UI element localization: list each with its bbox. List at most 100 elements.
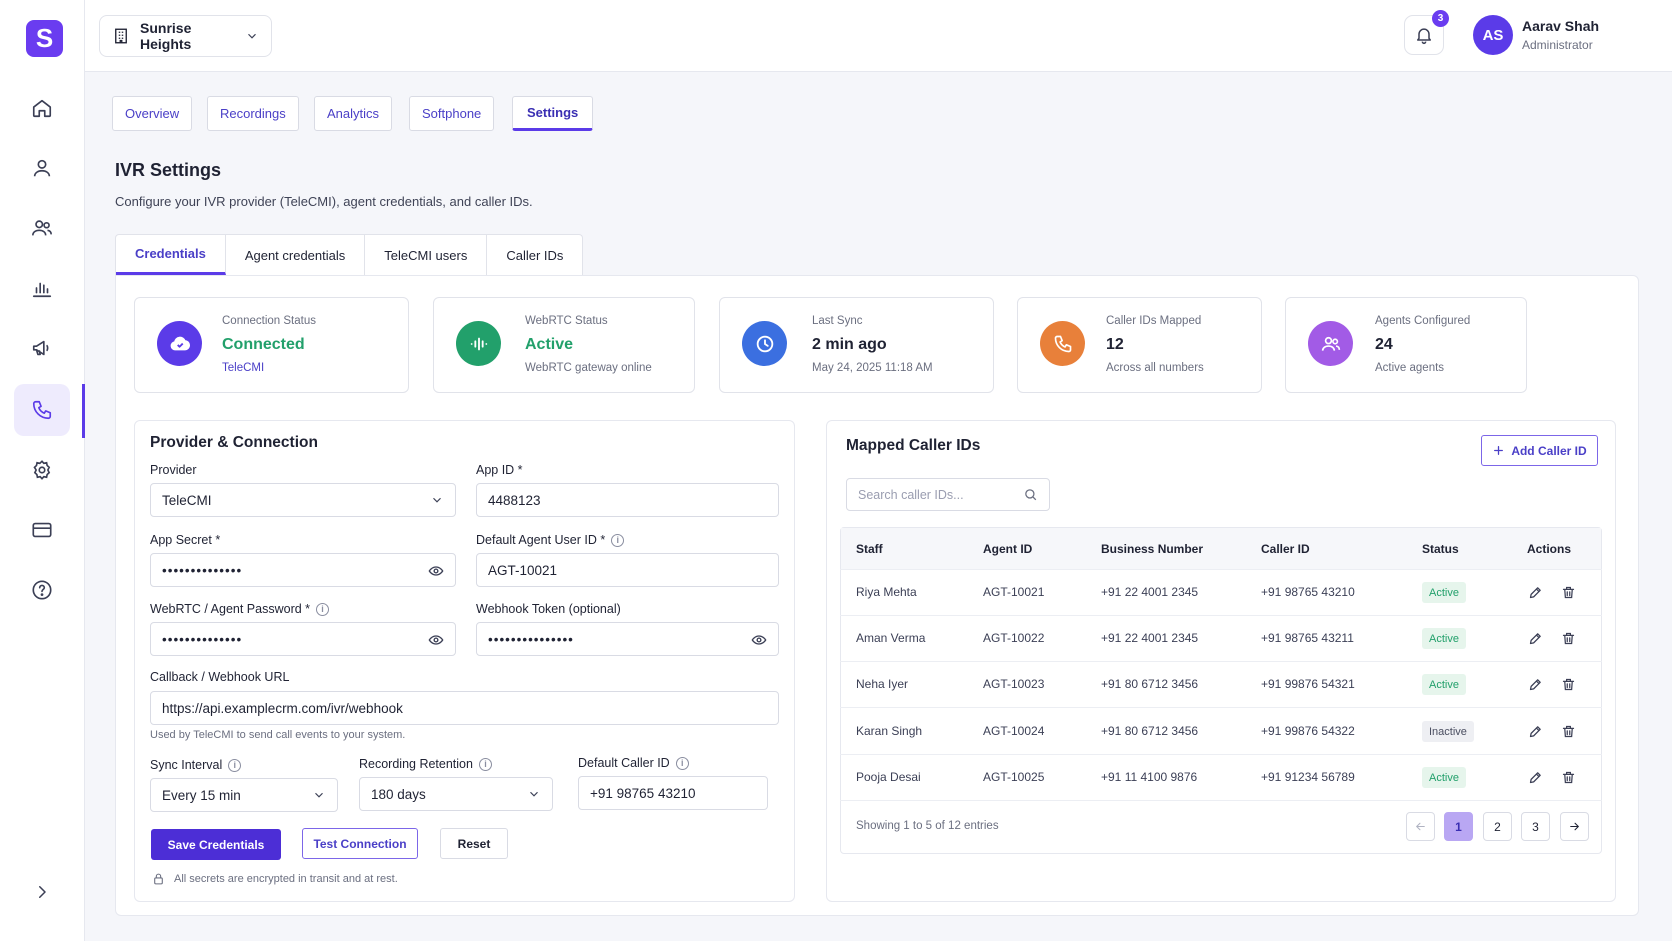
subtab-telecmi-users[interactable]: TeleCMI users [365, 235, 488, 275]
property-selector[interactable]: Sunrise Heights [99, 15, 272, 57]
gear-icon [31, 459, 53, 481]
cell-staff: Karan Singh [856, 724, 923, 738]
stat-value: Active [525, 336, 574, 353]
tab-settings[interactable]: Settings [512, 96, 594, 131]
pagination-next-button[interactable] [1560, 812, 1589, 841]
sync-interval-label-text: Sync Interval [150, 758, 223, 772]
provider-select[interactable]: TeleCMI [150, 483, 456, 517]
nav-settings[interactable] [14, 444, 70, 496]
info-icon[interactable]: i [675, 756, 689, 770]
cell-business-number: +91 22 4001 2345 [1101, 631, 1199, 645]
default-caller-id-field[interactable]: +91 98765 43210 [578, 776, 768, 810]
nav-help[interactable] [14, 564, 70, 616]
default-caller-id-label: Default Caller ID i [578, 756, 689, 770]
edit-icon[interactable] [1528, 631, 1543, 646]
nav-home[interactable] [14, 82, 70, 134]
eye-icon[interactable] [428, 563, 444, 579]
arrow-right-icon [1568, 820, 1581, 833]
nav-users[interactable] [14, 202, 70, 254]
user-icon [31, 157, 53, 179]
nav-user[interactable] [14, 142, 70, 194]
pagination-page-2[interactable]: 2 [1483, 812, 1512, 841]
pagination-prev-button[interactable] [1406, 812, 1435, 841]
column-header: Business Number [1101, 542, 1204, 556]
webhook-token-field[interactable]: ••••••••••••••• [476, 622, 779, 656]
nav-billing[interactable] [14, 504, 70, 556]
trash-icon[interactable] [1561, 724, 1576, 739]
tab-overview[interactable]: Overview [112, 96, 193, 131]
cell-caller-id: +91 91234 56789 [1261, 770, 1355, 784]
webrtc-password-field[interactable]: •••••••••••••• [150, 622, 456, 656]
sync-interval-select[interactable]: Every 15 min [150, 778, 338, 812]
edit-icon[interactable] [1528, 677, 1543, 692]
clock-icon [742, 321, 787, 366]
subtab-caller-ids[interactable]: Caller IDs [487, 235, 582, 275]
nav-campaigns[interactable] [14, 322, 70, 374]
info-icon[interactable]: i [611, 533, 625, 547]
webrtc-password-label-text: WebRTC / Agent Password * [150, 602, 311, 616]
save-credentials-button[interactable]: Save Credentials [151, 829, 281, 860]
edit-icon[interactable] [1528, 770, 1543, 785]
row-divider [840, 569, 1602, 570]
tab-softphone[interactable]: Softphone [409, 96, 495, 131]
tab-recordings[interactable]: Recordings [207, 96, 299, 131]
trash-icon[interactable] [1561, 585, 1576, 600]
search-icon [1023, 487, 1038, 502]
info-icon[interactable]: i [228, 758, 242, 772]
sidebar-expand-button[interactable] [14, 866, 70, 918]
test-connection-button[interactable]: Test Connection [302, 828, 418, 859]
stat-caller-ids-mapped: Caller IDs Mapped 12 Across all numbers [1017, 297, 1262, 393]
caller-search-input[interactable]: Search caller IDs... [846, 478, 1050, 511]
trash-icon[interactable] [1561, 631, 1576, 646]
app-id-field[interactable]: 4488123 [476, 483, 779, 517]
app-id-label: App ID * [476, 463, 523, 477]
edit-icon[interactable] [1528, 724, 1543, 739]
avatar[interactable]: AS [1473, 15, 1513, 55]
info-icon[interactable]: i [478, 757, 492, 771]
reset-button[interactable]: Reset [440, 828, 508, 859]
edit-icon[interactable] [1528, 585, 1543, 600]
app-secret-field[interactable]: •••••••••••••• [150, 553, 456, 587]
add-caller-id-button[interactable]: Add Caller ID [1481, 435, 1598, 466]
stat-webrtc-status: WebRTC Status Active WebRTC gateway onli… [433, 297, 695, 393]
status-badge: Inactive [1422, 721, 1474, 742]
pagination-page-3[interactable]: 3 [1521, 812, 1550, 841]
arrow-left-icon [1414, 820, 1427, 833]
callback-url-field[interactable]: https://api.examplecrm.com/ivr/webhook [150, 691, 779, 725]
cloud-check-icon [157, 321, 202, 366]
user-name: Aarav Shah [1522, 18, 1600, 34]
stat-value: 12 [1106, 336, 1124, 353]
stat-foot: May 24, 2025 11:18 AM [812, 362, 933, 374]
app-secret-value: •••••••••••••• [162, 562, 243, 578]
notifications-button[interactable]: 3 [1404, 10, 1449, 55]
subtab-agent-credentials[interactable]: Agent credentials [226, 235, 366, 275]
app-logo[interactable]: S [26, 20, 63, 57]
nav-ivr[interactable] [14, 384, 70, 436]
eye-icon[interactable] [428, 632, 444, 648]
pagination-page-1[interactable]: 1 [1444, 812, 1473, 841]
bar-chart-icon [31, 277, 53, 299]
trash-icon[interactable] [1561, 677, 1576, 692]
default-agent-label: Default Agent User ID * i [476, 533, 625, 547]
subtab-credentials[interactable]: Credentials [116, 235, 226, 275]
stat-label: Agents Configured [1375, 315, 1471, 327]
nav-analytics[interactable] [14, 262, 70, 314]
stat-provider-link[interactable]: TeleCMI [222, 362, 264, 374]
recording-retention-value: 180 days [371, 786, 426, 802]
stat-foot: Across all numbers [1106, 362, 1204, 374]
default-agent-field[interactable]: AGT-10021 [476, 553, 779, 587]
cell-agent-id: AGT-10021 [983, 585, 1045, 599]
waveform-icon [456, 321, 501, 366]
webhook-token-label: Webhook Token (optional) [476, 602, 621, 616]
recording-retention-select[interactable]: 180 days [359, 777, 553, 811]
tab-analytics[interactable]: Analytics [314, 96, 393, 131]
cell-staff: Neha Iyer [856, 677, 909, 691]
eye-icon[interactable] [751, 632, 767, 648]
info-icon[interactable]: i [316, 602, 330, 616]
cell-business-number: +91 22 4001 2345 [1101, 585, 1199, 599]
trash-icon[interactable] [1561, 770, 1576, 785]
status-badge: Active [1422, 582, 1466, 603]
table-footer-info: Showing 1 to 5 of 12 entries [856, 820, 999, 832]
stat-connection-status: Connection Status Connected TeleCMI [134, 297, 409, 393]
security-note: All secrets are encrypted in transit and… [174, 873, 398, 885]
